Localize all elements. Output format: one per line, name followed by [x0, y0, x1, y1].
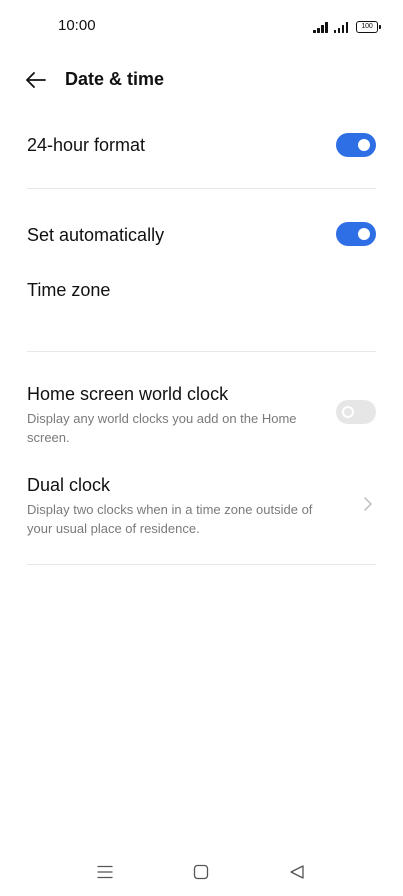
arrow-left-icon: [26, 72, 46, 88]
chevron-right-icon: [361, 494, 375, 514]
navigation-bar: [0, 852, 403, 892]
signal-icon: [313, 21, 328, 33]
back-button[interactable]: [22, 66, 50, 94]
24-hour-format-toggle[interactable]: [336, 133, 376, 157]
setting-title: 24-hour format: [27, 135, 146, 155]
setting-24-hour-format[interactable]: 24-hour format: [27, 134, 376, 156]
setting-subtitle: Display two clocks when in a time zone o…: [27, 502, 313, 536]
setting-title: Dual clock: [27, 475, 111, 495]
menu-button[interactable]: [93, 860, 117, 884]
divider: [27, 188, 376, 189]
setting-title: Home screen world clock: [27, 384, 229, 404]
back-triangle-icon: [290, 865, 304, 879]
menu-icon: [97, 865, 113, 879]
status-icons: 100: [313, 19, 381, 33]
set-automatically-toggle[interactable]: [336, 222, 376, 246]
home-button[interactable]: [189, 860, 213, 884]
status-time: 10:00: [58, 17, 96, 34]
battery-icon: 100: [356, 21, 381, 33]
signal-icon: [333, 21, 348, 33]
setting-title: Set automatically: [27, 225, 165, 245]
setting-set-automatically[interactable]: Set automatically: [27, 224, 376, 246]
divider: [27, 351, 376, 352]
divider: [27, 564, 376, 565]
setting-time-zone[interactable]: Time zone: [27, 279, 376, 301]
header: Date & time: [0, 56, 403, 104]
home-screen-world-clock-toggle[interactable]: [336, 400, 376, 424]
status-bar: 10:00 100: [0, 0, 403, 52]
setting-subtitle: Display any world clocks you add on the …: [27, 411, 297, 445]
home-square-icon: [193, 864, 209, 880]
setting-dual-clock[interactable]: Dual clock Display two clocks when in a …: [27, 474, 376, 538]
battery-level: 100: [361, 23, 373, 30]
setting-title: Time zone: [27, 280, 111, 300]
page-title: Date & time: [65, 69, 165, 89]
setting-home-screen-world-clock[interactable]: Home screen world clock Display any worl…: [27, 383, 376, 447]
nav-back-button[interactable]: [285, 860, 309, 884]
